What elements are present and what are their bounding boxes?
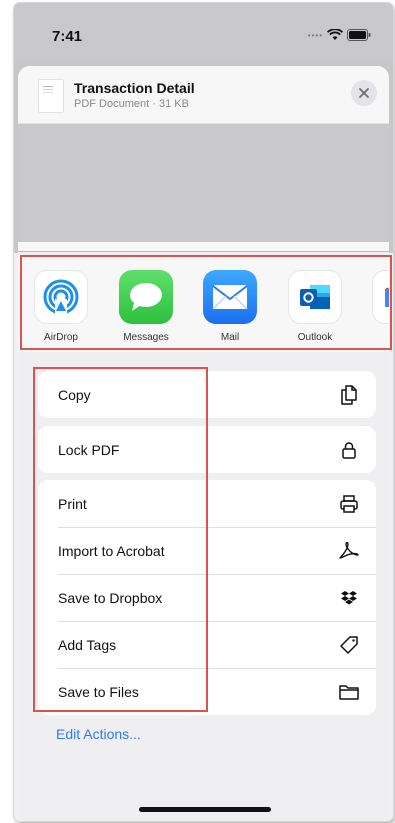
edit-actions-link[interactable]: Edit Actions... [56,726,141,742]
document-thumbnail [38,79,64,113]
preview-strip [18,242,389,252]
document-subtitle: PDF Document · 31 KB [74,98,189,110]
home-indicator [139,807,271,812]
highlight-apps-row [20,255,392,350]
close-icon [359,88,369,98]
share-sheet-header: Transaction Detail PDF Document · 31 KB [18,66,389,124]
wifi-icon [327,29,343,41]
status-bar: 7:41 •••• [14,3,393,63]
document-preview [18,124,389,242]
acrobat-icon [338,540,360,562]
tag-icon [338,634,360,656]
status-time: 7:41 [52,28,83,45]
copy-icon [338,384,360,406]
dropbox-icon [338,587,360,609]
document-title: Transaction Detail [74,80,195,96]
phone-screen: 7:41 •••• Transaction Detail PDF Documen… [14,3,393,821]
folder-icon [338,681,360,703]
close-button[interactable] [351,80,377,106]
highlight-actions [33,367,208,712]
lock-icon [338,439,360,461]
printer-icon [338,493,360,515]
status-icons: •••• [308,29,371,41]
battery-icon [347,29,371,41]
signal-icon: •••• [307,30,323,40]
